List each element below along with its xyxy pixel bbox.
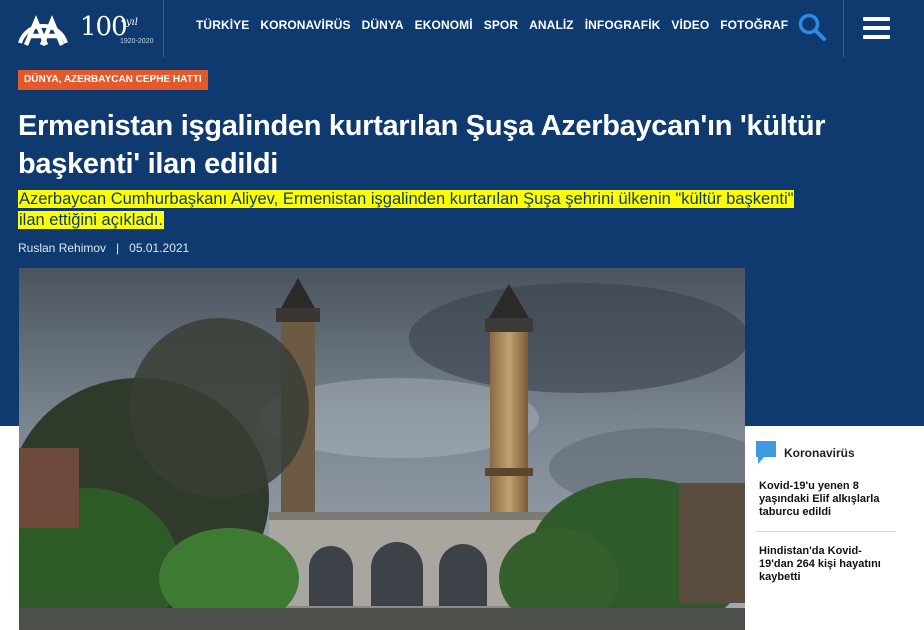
nav-item-analiz[interactable]: ANALİZ	[529, 18, 574, 32]
nav-item-koronavirus[interactable]: KORONAVİRÜS	[260, 18, 350, 32]
nav-item-turkiye[interactable]: TÜRKİYE	[196, 18, 249, 32]
article-photo	[19, 268, 745, 630]
main-nav: TÜRKİYE KORONAVİRÜS DÜNYA EKONOMİ SPOR A…	[196, 18, 799, 32]
nav-item-infografik[interactable]: İNFOGRAFİK	[585, 18, 661, 32]
sidebar-related: Koronavirüs Kovid-19'u yenen 8 yaşındaki…	[756, 440, 896, 596]
anniversary-suffix: •yıl	[120, 17, 138, 28]
aa-logo-icon[interactable]	[14, 9, 72, 49]
nav-item-fotograf[interactable]: FOTOĞRAF	[720, 18, 788, 32]
author-name[interactable]: Ruslan Rehimov	[18, 241, 106, 255]
top-navbar: 100 •yıl 1920-2020 TÜRKİYE KORONAVİRÜS D…	[0, 0, 924, 57]
list-item[interactable]: Kovid-19'u yenen 8 yaşındaki Elif alkışl…	[756, 480, 896, 532]
article-summary: Azerbaycan Cumhurbaşkanı Aliyev, Ermenis…	[18, 189, 808, 231]
chat-bubble-icon	[756, 441, 776, 464]
sidebar-header[interactable]: Koronavirüs	[756, 440, 896, 466]
article-headline: Ermenistan işgalinden kurtarılan Şuşa Az…	[18, 110, 826, 180]
hamburger-menu-icon[interactable]	[863, 17, 890, 39]
byline-separator: |	[116, 241, 120, 255]
nav-item-dunya[interactable]: DÜNYA	[362, 18, 404, 32]
nav-item-spor[interactable]: SPOR	[484, 18, 518, 32]
nav-item-ekonomi[interactable]: EKONOMİ	[415, 18, 473, 32]
article-byline: Ruslan Rehimov | 05.01.2021	[18, 241, 189, 255]
category-badge[interactable]: DÜNYA, AZERBAYCAN CEPHE HATTI	[18, 70, 208, 90]
sidebar-title[interactable]: Koronavirüs	[784, 446, 855, 460]
nav-divider	[163, 0, 164, 57]
menu-divider	[843, 0, 844, 57]
search-icon[interactable]	[797, 12, 827, 42]
mosque-photo-illustration	[19, 268, 745, 630]
summary-highlight: Azerbaycan Cumhurbaşkanı Aliyev, Ermenis…	[18, 190, 795, 229]
publish-date: 05.01.2021	[129, 241, 190, 255]
list-item[interactable]: Hindistan'da Kovid-19'dan 264 kişi hayat…	[756, 532, 896, 596]
anniversary-years: 1920-2020	[120, 38, 154, 45]
nav-item-video[interactable]: VİDEO	[671, 18, 709, 32]
